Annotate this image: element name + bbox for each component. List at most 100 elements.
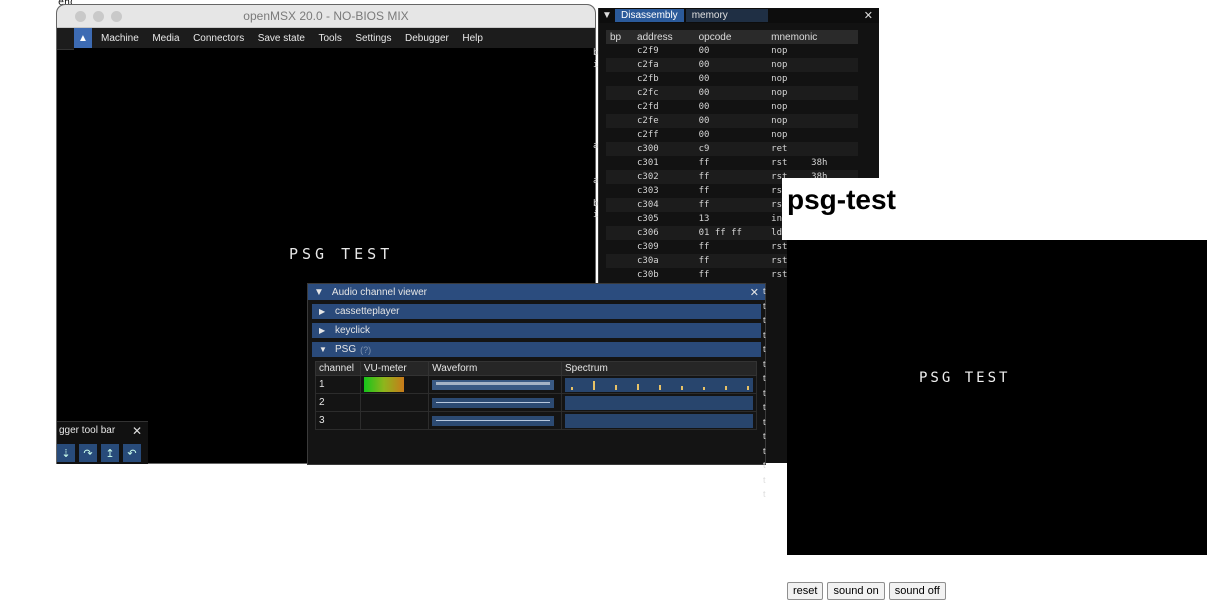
menu-bar: ▲ Machine Media Connectors Save state To… [57,28,595,50]
menu-tools[interactable]: Tools [318,33,341,44]
tab-disassembly[interactable]: Disassembly [615,9,684,22]
edge-char: t [763,358,766,369]
tab-memory[interactable]: memory [685,9,768,22]
step-over-icon[interactable]: ↷ [79,444,97,462]
opcode-cell: ff [694,170,768,184]
column-header-address[interactable]: address [633,30,695,44]
collapse-triangle-icon[interactable]: ▼ [599,10,615,21]
audio-channel-viewer: ▼ Audio channel viewer ✕ ▶ cassetteplaye… [307,283,766,499]
opcode-cell: 01 ff ff [694,226,768,240]
disassembly-side-chars: biaabi [593,48,598,222]
table-row[interactable]: c2fc 00 nop [606,86,858,100]
table-row[interactable]: c2ff 00 nop [606,128,858,142]
mnemonic-cell: nop [767,72,858,86]
vu-meter-bar [363,377,404,392]
bp-cell [606,240,633,254]
step-in-icon[interactable]: ⇣ [57,444,75,462]
menu-machine[interactable]: Machine [101,33,139,44]
table-row[interactable]: c2f9 00 nop [606,44,858,58]
section-psg[interactable]: ▼ PSG (?) [312,342,761,357]
vu-meter-cell [359,411,430,430]
edge-char: t [763,474,766,485]
close-icon[interactable]: ✕ [864,9,873,22]
address-cell: c2ff [637,130,659,140]
menu-connectors[interactable]: Connectors [193,33,244,44]
mnemonic-text: nop [771,46,788,56]
opcode-cell: 00 [694,114,768,128]
side-char: b [593,198,599,209]
edge-char: t [763,402,766,412]
table-row[interactable]: c2fa 00 nop [606,58,858,72]
close-icon[interactable]: ✕ [132,424,142,438]
spectrum-cell [561,393,757,412]
collapse-triangle-icon[interactable]: ▼ [314,287,324,298]
vu-meter-cell [359,393,430,412]
reset-button[interactable]: reset [787,582,824,600]
edge-char: t [763,431,766,441]
mnemonic-cell: nop [767,114,858,128]
menu-debugger[interactable]: Debugger [405,33,449,44]
window-titlebar[interactable]: openMSX 20.0 - NO-BIOS MIX [57,5,595,28]
mnemonic-text: rst [771,158,788,168]
waveform-plot [432,415,555,426]
section-keyclick[interactable]: ▶ keyclick [312,323,761,338]
help-hint[interactable]: (?) [360,345,371,355]
opcode-cell: 00 [698,46,710,56]
table-row[interactable]: c2fb 00 nop [606,72,858,86]
bp-cell [606,198,634,212]
mnemonic-text: nop [771,74,788,84]
edge-char: t [763,460,766,470]
address-cell: c2fa [633,58,695,72]
opcode-cell: ff [698,242,710,252]
step-back-icon[interactable]: ↶ [123,444,141,462]
spectrum-plot [565,395,753,410]
channel-number: 3 [315,411,361,430]
opcode-cell: 00 [694,86,768,100]
emulator-canvas[interactable]: PSG TEST [787,240,1207,555]
section-cassetteplayer[interactable]: ▶ cassetteplayer [312,304,761,319]
mnemonic-cell: nop [767,128,858,142]
control-buttons: reset sound on sound off [787,582,946,600]
spectrum-peak [659,384,661,390]
debugger-toolbar: gger tool bar ✕ ⇣ ↷ ↥ ↶ [57,421,148,464]
table-row: 2 [315,393,757,412]
column-header-opcode[interactable]: opcode [694,30,768,44]
sound-off-button[interactable]: sound off [888,582,946,600]
column-header-vu-meter: VU-meter [359,361,430,376]
collapse-triangle-icon: ▼ [319,345,327,354]
menu-media[interactable]: Media [152,33,179,44]
mnemonic-cell: nop [767,44,858,58]
spectrum-cell [561,375,757,394]
bp-cell [606,58,634,72]
table-row[interactable]: c2fe 00 nop [606,114,858,128]
bp-cell [606,72,633,86]
collapse-triangle-icon[interactable]: ▲ [74,28,92,49]
menu-settings[interactable]: Settings [355,33,391,44]
column-header-mnemonic[interactable]: mnemonic [767,30,858,44]
menu-help[interactable]: Help [462,33,483,44]
table-row[interactable]: c2fd 00 nop [606,100,858,114]
opcode-cell: 00 [698,102,710,112]
audio-viewer-right-edge-chars: ttttttttttttttt [763,284,766,502]
address-cell: c303 [637,186,659,196]
mnemonic-text: nop [771,88,788,98]
column-header-bp[interactable]: bp [606,30,634,44]
step-out-icon[interactable]: ↥ [101,444,119,462]
bp-cell [606,170,634,184]
spectrum-peak [615,384,617,390]
mnemonic-cell: rst 38h [767,156,858,170]
bp-cell [606,184,633,198]
address-cell: c30b [637,270,659,280]
address-cell: c2fe [633,114,695,128]
table-row[interactable]: c300 c9 ret [606,142,858,156]
side-char: a [593,140,599,151]
address-cell: c2fb [637,74,659,84]
address-cell: c2fd [637,102,659,112]
audio-viewer-header[interactable]: ▼ Audio channel viewer ✕ [308,284,765,300]
edge-char: t [763,315,766,325]
close-icon[interactable]: ✕ [750,286,759,299]
table-row[interactable]: c301 ff rst 38h [606,156,858,170]
menu-save-state[interactable]: Save state [258,33,305,44]
sound-on-button[interactable]: sound on [827,582,885,600]
channel-number: 1 [315,375,361,394]
